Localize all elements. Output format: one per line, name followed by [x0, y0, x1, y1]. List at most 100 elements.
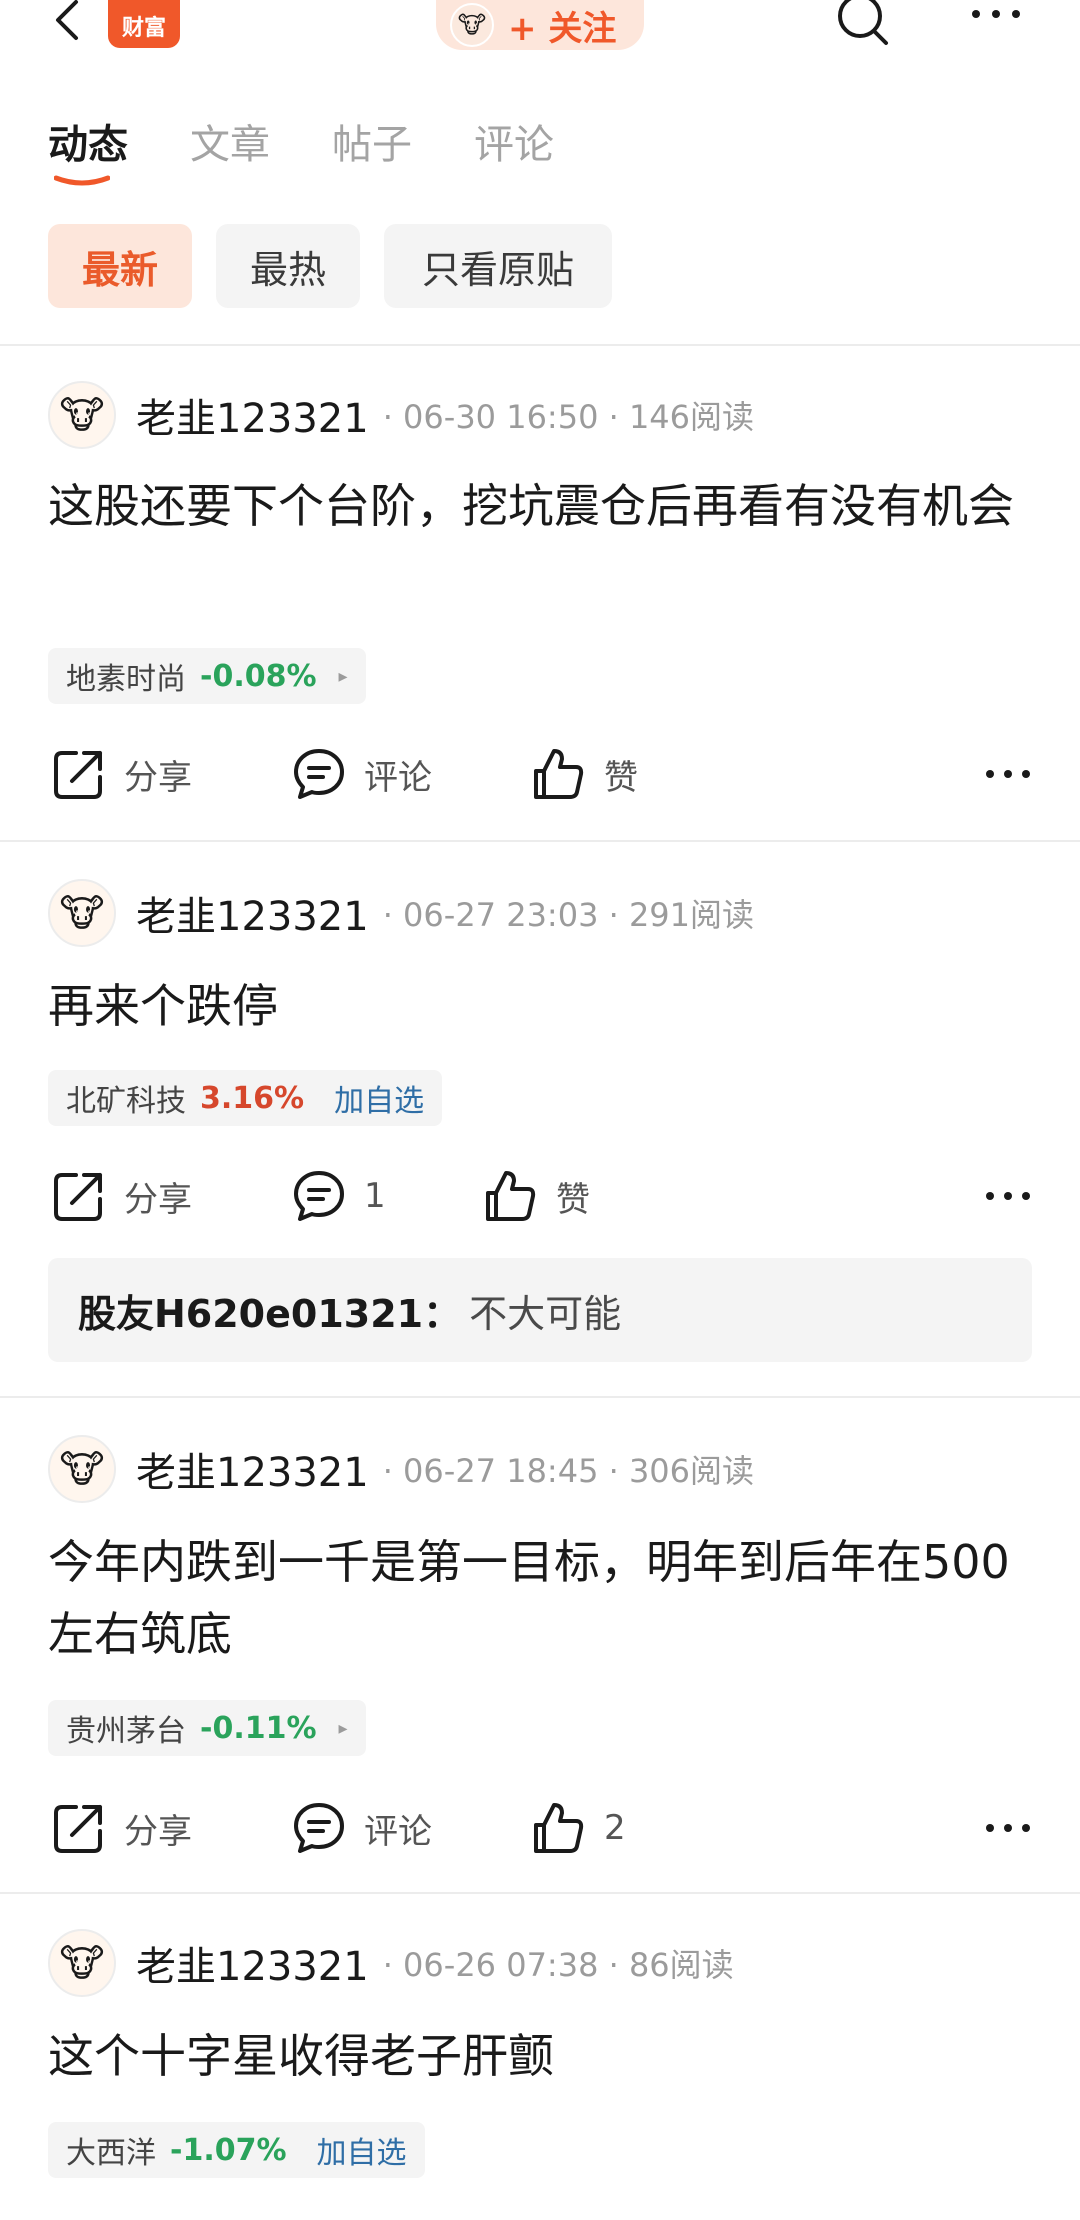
caret-right-icon: ▸ — [338, 1717, 348, 1739]
post-actions: 分享 1 赞 — [48, 1164, 1032, 1228]
top-bar: 财富 🐮 + 关注 — [0, 0, 1080, 60]
tab-dynamic[interactable]: 动态 — [48, 112, 128, 186]
post-more-button[interactable] — [984, 742, 1032, 806]
like-label: 赞 — [604, 757, 638, 798]
back-button[interactable] — [48, 0, 88, 44]
tab-label: 帖子 — [332, 122, 412, 168]
like-button[interactable]: 2 — [532, 1796, 626, 1860]
stock-change: -0.08% — [200, 658, 317, 694]
tab-comments[interactable]: 评论 — [474, 112, 554, 172]
share-button[interactable]: 分享 — [52, 742, 192, 806]
comment-button[interactable]: 评论 — [292, 742, 432, 806]
share-icon — [54, 1173, 102, 1221]
post-header: 🐮 老韭123321 · 06-30 16:50 · 146阅读 — [48, 380, 754, 450]
comment-button[interactable]: 评论 — [292, 1796, 432, 1860]
post-text[interactable]: 这个十字星收得老子肝颤 — [48, 2020, 1038, 2092]
more-icon — [972, 10, 1020, 18]
stock-name: 贵州茅台 — [66, 1714, 186, 1749]
tab-label: 评论 — [474, 122, 554, 168]
post-header: 🐮 老韭123321 · 06-27 23:03 · 291阅读 — [48, 878, 754, 948]
thumbs-up-icon — [486, 1171, 536, 1221]
post-text[interactable]: 今年内跌到一千是第一目标，明年到后年在500左右筑底 — [48, 1526, 1038, 1670]
avatar[interactable]: 🐮 — [48, 1929, 116, 1997]
stock-change: -0.11% — [200, 1710, 317, 1746]
thumbs-up-icon — [534, 749, 584, 799]
share-label: 分享 — [124, 1811, 192, 1852]
divider — [0, 344, 1080, 346]
like-count: 2 — [604, 1808, 626, 1848]
stock-tag[interactable]: 北矿科技 3.16% 加自选 — [48, 1070, 443, 1126]
share-icon — [54, 1805, 102, 1853]
post-meta: · 06-27 18:45 · 306阅读 — [382, 1452, 755, 1490]
comment-button[interactable]: 1 — [292, 1164, 386, 1228]
profile-tabs: 动态 文章 帖子 评论 — [48, 112, 554, 186]
tab-label: 动态 — [48, 122, 128, 168]
tab-label: 文章 — [190, 122, 270, 168]
add-watchlist-button[interactable]: 加自选 — [317, 2128, 407, 2172]
reply-preview[interactable]: 股友H620e01321： 不大可能 — [48, 1258, 1032, 1362]
more-icon — [986, 770, 1030, 778]
follow-label: + 关注 — [508, 8, 617, 49]
author-name[interactable]: 老韭123321 — [136, 884, 369, 942]
app-logo: 财富 — [108, 0, 180, 48]
share-label: 分享 — [124, 1179, 192, 1220]
avatar[interactable]: 🐮 — [48, 879, 116, 947]
like-button[interactable]: 赞 — [484, 1164, 590, 1228]
logo-text: 财富 — [121, 16, 166, 41]
tab-active-indicator — [54, 175, 110, 186]
stock-name: 大西洋 — [66, 2136, 156, 2171]
like-label: 赞 — [556, 1179, 590, 1220]
like-button[interactable]: 赞 — [532, 742, 638, 806]
follow-avatar: 🐮 — [450, 3, 494, 47]
share-label: 分享 — [124, 757, 192, 798]
share-button[interactable]: 分享 — [52, 1164, 192, 1228]
reply-author[interactable]: 股友H620e01321： — [78, 1283, 461, 1338]
comment-label: 评论 — [364, 757, 432, 798]
avatar[interactable]: 🐮 — [48, 381, 116, 449]
divider — [0, 1396, 1080, 1398]
post-meta: · 06-27 23:03 · 291阅读 — [382, 896, 755, 934]
post-header: 🐮 老韭123321 · 06-27 18:45 · 306阅读 — [48, 1434, 754, 1504]
tab-articles[interactable]: 文章 — [190, 112, 270, 172]
back-icon — [56, 0, 78, 40]
tab-posts[interactable]: 帖子 — [332, 112, 412, 172]
comment-count: 1 — [364, 1176, 386, 1216]
reply-text: 不大可能 — [469, 1291, 622, 1336]
comment-icon — [294, 749, 344, 799]
more-icon — [986, 1192, 1030, 1200]
stock-name: 地素时尚 — [66, 662, 186, 697]
stock-change: 3.16% — [200, 1080, 305, 1116]
post-text[interactable]: 这股还要下个台阶，挖坑震仓后再看有没有机会 — [48, 470, 1038, 542]
divider — [0, 1892, 1080, 1894]
more-button[interactable] — [966, 0, 1026, 30]
comment-icon — [294, 1803, 344, 1853]
post-more-button[interactable] — [984, 1796, 1032, 1860]
post-more-button[interactable] — [984, 1164, 1032, 1228]
follow-button[interactable]: 🐮 + 关注 — [436, 0, 644, 50]
author-name[interactable]: 老韭123321 — [136, 1934, 369, 1992]
post-text[interactable]: 再来个跌停 — [48, 970, 1038, 1042]
author-name[interactable]: 老韭123321 — [136, 1440, 369, 1498]
post-actions: 分享 评论 2 — [48, 1796, 1032, 1860]
search-button[interactable] — [834, 0, 894, 48]
filter-original-only[interactable]: 只看原贴 — [384, 224, 612, 308]
stock-tag[interactable]: 地素时尚 -0.08% ▸ — [48, 648, 366, 704]
stock-change: -1.07% — [170, 2132, 287, 2168]
filter-hot[interactable]: 最热 — [216, 224, 360, 308]
filter-latest[interactable]: 最新 — [48, 224, 192, 308]
search-icon — [838, 0, 888, 45]
share-icon — [54, 751, 102, 799]
stock-tag[interactable]: 大西洋 -1.07% 加自选 — [48, 2122, 425, 2178]
more-icon — [986, 1824, 1030, 1832]
stock-tag[interactable]: 贵州茅台 -0.11% ▸ — [48, 1700, 366, 1756]
post-meta: · 06-30 16:50 · 146阅读 — [382, 398, 755, 436]
thumbs-up-icon — [534, 1803, 584, 1853]
avatar[interactable]: 🐮 — [48, 1435, 116, 1503]
filter-chips: 最新 最热 只看原贴 — [48, 224, 612, 308]
author-name[interactable]: 老韭123321 — [136, 386, 369, 444]
divider — [0, 840, 1080, 842]
stock-name: 北矿科技 — [66, 1084, 186, 1119]
caret-right-icon: ▸ — [338, 665, 348, 687]
share-button[interactable]: 分享 — [52, 1796, 192, 1860]
add-watchlist-button[interactable]: 加自选 — [334, 1076, 424, 1120]
